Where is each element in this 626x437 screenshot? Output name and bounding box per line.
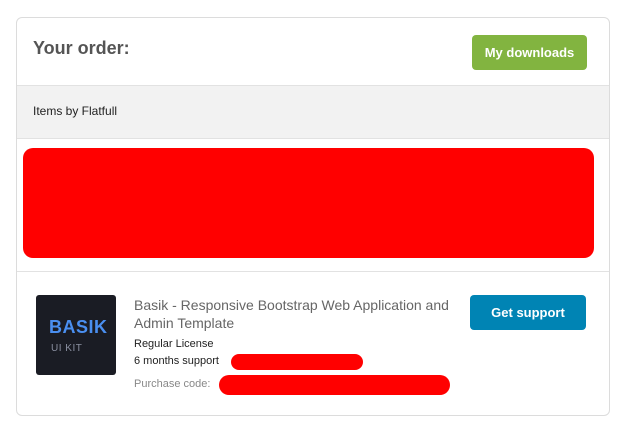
divider <box>17 271 609 272</box>
get-support-button[interactable]: Get support <box>470 295 586 330</box>
author-bar: Items by Flatfull <box>17 86 609 139</box>
thumbnail-title: BASIK <box>49 317 108 337</box>
license-type: Regular License <box>134 338 214 350</box>
my-downloads-button[interactable]: My downloads <box>472 35 587 70</box>
support-duration: 6 months support <box>134 355 219 367</box>
author-label: Items by Flatfull <box>33 104 118 118</box>
order-card: Your order: My downloads Items by Flatfu… <box>16 17 610 416</box>
item-name-link[interactable]: Basik - Responsive Bootstrap Web Applica… <box>134 296 459 332</box>
order-title: Your order: <box>33 38 130 58</box>
redacted-banner <box>23 148 594 258</box>
thumbnail-subtitle: UI KIT <box>51 343 83 354</box>
redacted-support-date <box>231 354 363 370</box>
purchase-code-label: Purchase code: <box>134 378 211 390</box>
order-header: Your order: My downloads <box>17 18 609 86</box>
redacted-purchase-code <box>219 375 450 395</box>
item-thumbnail[interactable]: BASIK UI KIT <box>36 295 116 375</box>
